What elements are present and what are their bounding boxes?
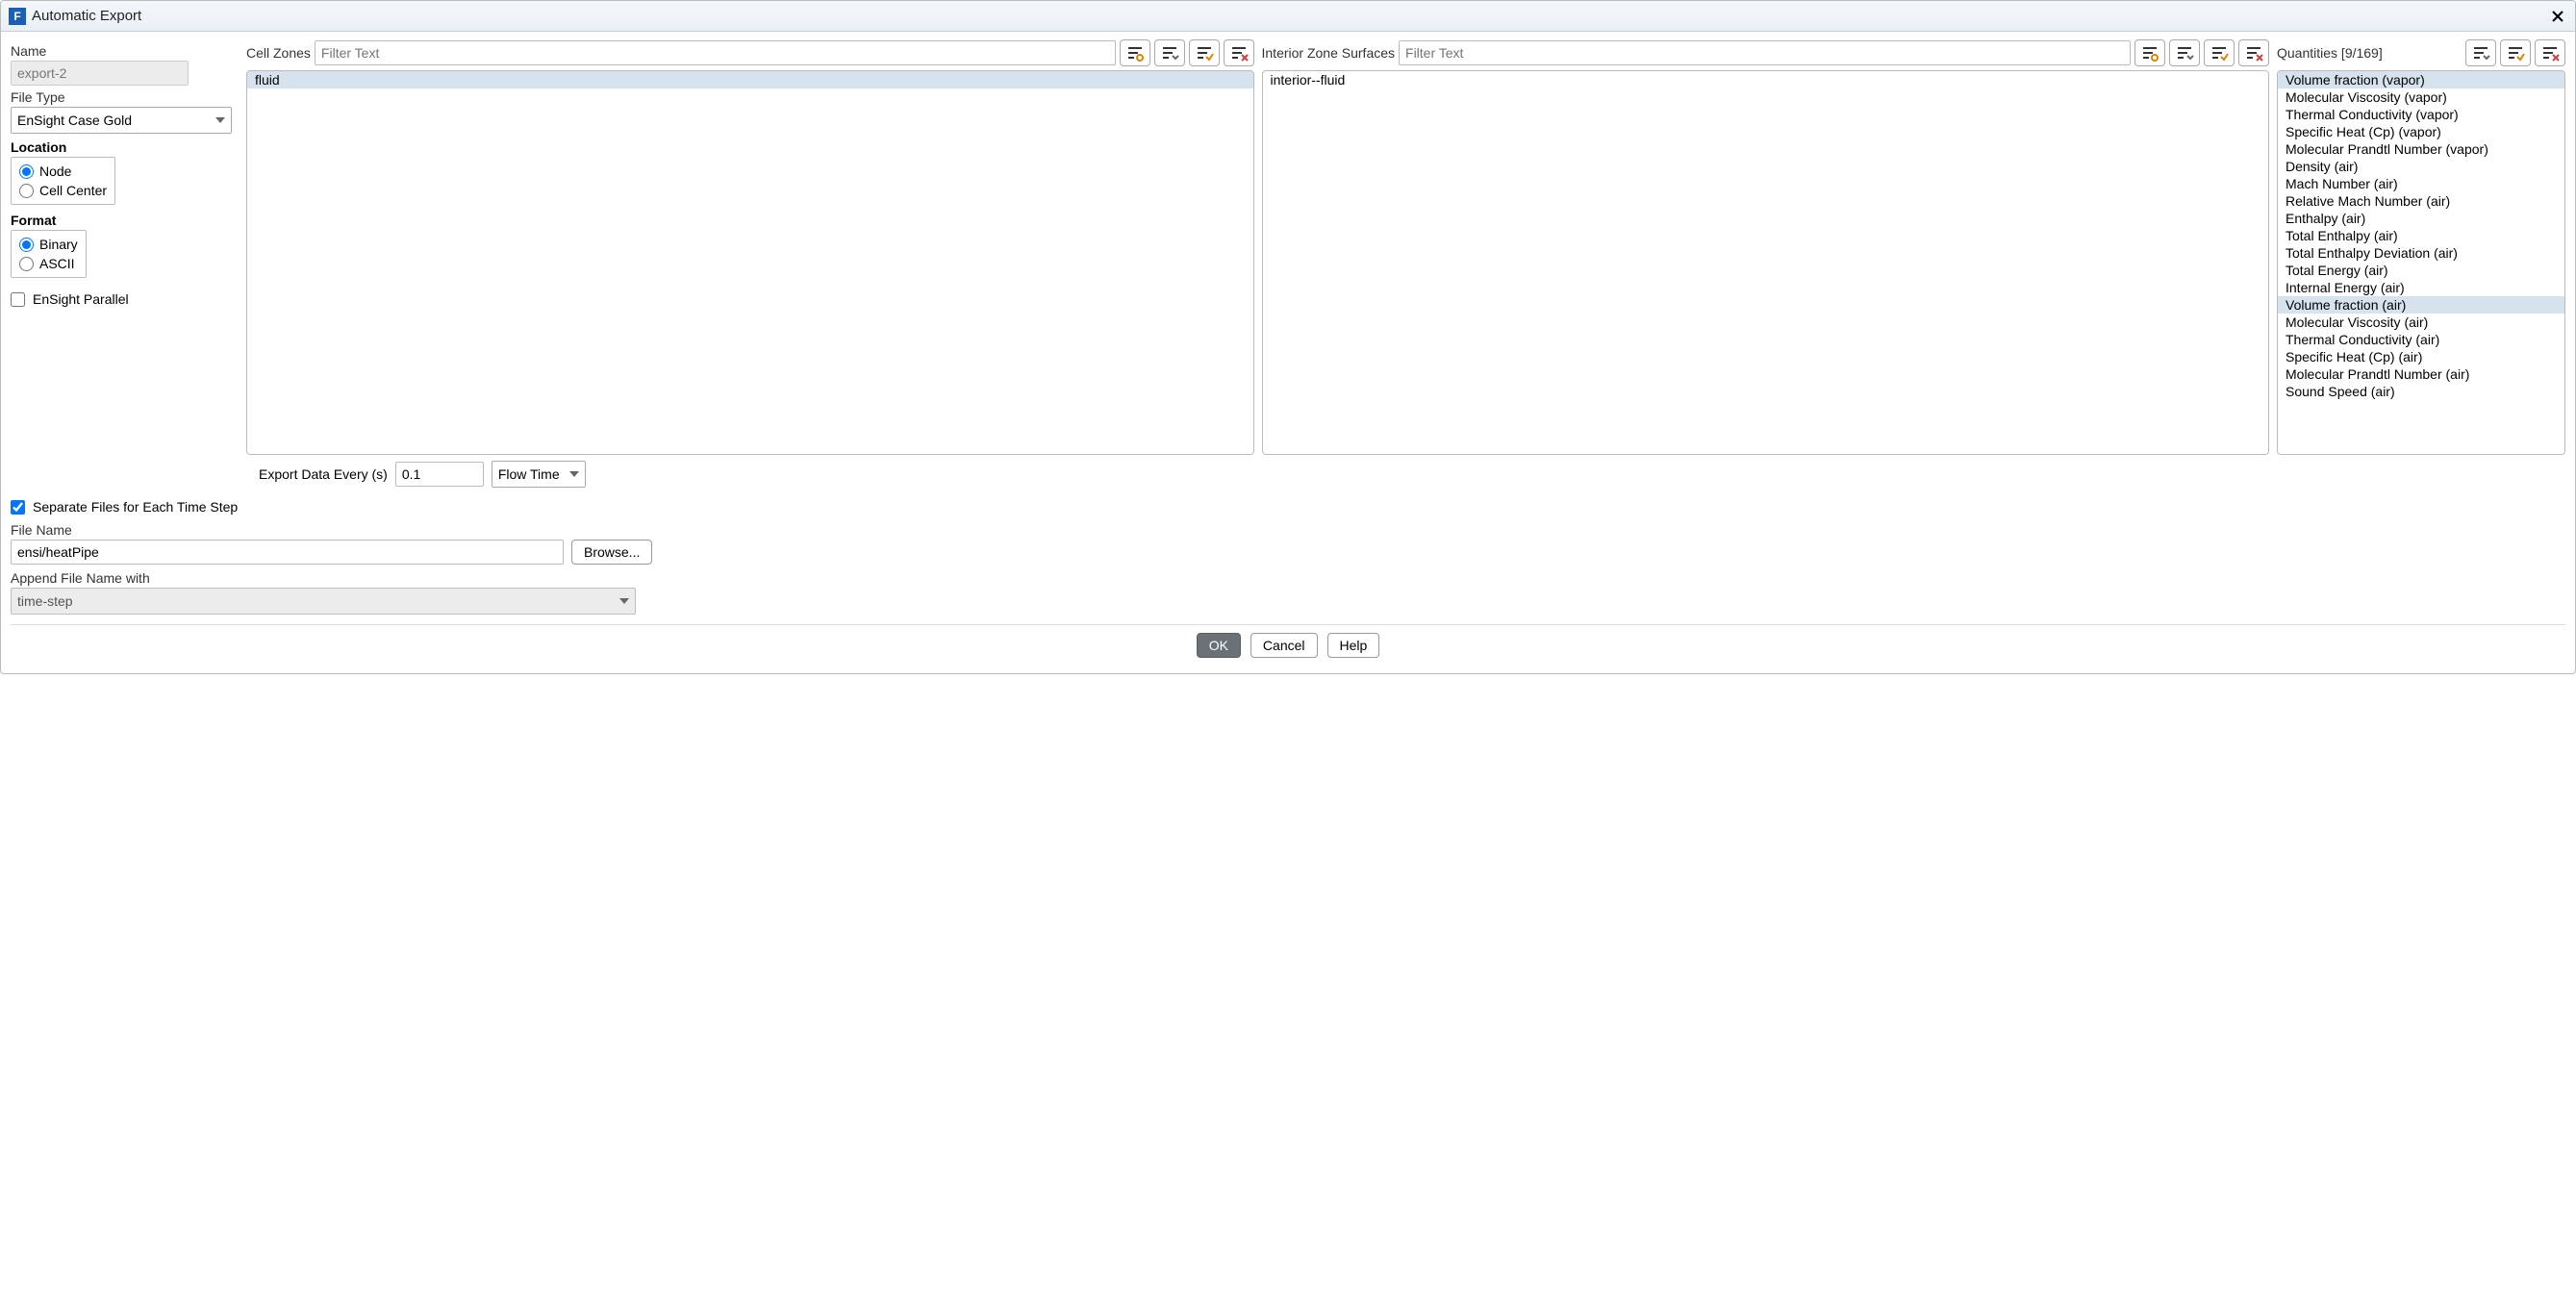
location-label: Location bbox=[11, 139, 237, 155]
list-item[interactable]: interior--fluid bbox=[1263, 71, 2269, 88]
format-binary-radio[interactable]: Binary bbox=[19, 235, 78, 254]
filter-lines-circle-icon bbox=[1125, 44, 1145, 62]
list-item[interactable]: Thermal Conductivity (vapor) bbox=[2278, 106, 2564, 123]
interior-filter-options-button[interactable] bbox=[2134, 39, 2165, 66]
export-every-input[interactable] bbox=[395, 462, 484, 487]
list-item[interactable]: Mach Number (air) bbox=[2278, 175, 2564, 192]
cellzones-select-all-button[interactable] bbox=[1189, 39, 1220, 66]
window-title: Automatic Export bbox=[32, 8, 2548, 24]
separator bbox=[11, 624, 2565, 625]
filter-lines-x-icon bbox=[2244, 44, 2263, 62]
filetype-select[interactable]: EnSight Case Gold bbox=[11, 107, 232, 134]
quantities-dropdown-button[interactable] bbox=[2465, 39, 2496, 66]
list-item[interactable]: Total Energy (air) bbox=[2278, 262, 2564, 279]
chevron-down-icon bbox=[619, 598, 629, 604]
list-item[interactable]: Total Enthalpy (air) bbox=[2278, 227, 2564, 244]
app-icon: F bbox=[9, 8, 26, 25]
name-label: Name bbox=[11, 43, 237, 59]
export-every-unit-value: Flow Time bbox=[498, 466, 560, 482]
location-node-radio[interactable]: Node bbox=[19, 162, 107, 181]
close-button[interactable] bbox=[2548, 7, 2567, 26]
browse-button[interactable]: Browse... bbox=[571, 540, 652, 565]
interior-select-all-button[interactable] bbox=[2204, 39, 2235, 66]
interior-zones-label: Interior Zone Surfaces bbox=[1262, 45, 1396, 61]
list-item[interactable]: Total Enthalpy Deviation (air) bbox=[2278, 244, 2564, 262]
interior-zones-filter[interactable] bbox=[1399, 40, 2131, 65]
list-item[interactable]: Molecular Viscosity (air) bbox=[2278, 314, 2564, 331]
filter-lines-circle-icon bbox=[2140, 44, 2159, 62]
interior-dropdown-button[interactable] bbox=[2169, 39, 2200, 66]
filetype-value: EnSight Case Gold bbox=[17, 113, 132, 128]
filter-lines-check-icon bbox=[2210, 44, 2229, 62]
ensight-parallel-checkbox[interactable]: EnSight Parallel bbox=[11, 291, 237, 307]
quantities-column: Quantities [9/169] Volume fraction (vapo… bbox=[2277, 39, 2565, 455]
list-item[interactable]: Internal Energy (air) bbox=[2278, 279, 2564, 296]
chevron-down-icon bbox=[569, 471, 579, 477]
filter-lines-x-icon bbox=[1229, 44, 1249, 62]
location-cell-radio[interactable]: Cell Center bbox=[19, 181, 107, 200]
quantities-select-all-button[interactable] bbox=[2500, 39, 2531, 66]
list-item[interactable]: Molecular Prandtl Number (vapor) bbox=[2278, 140, 2564, 158]
append-value: time-step bbox=[17, 593, 73, 609]
interior-deselect-all-button[interactable] bbox=[2238, 39, 2269, 66]
format-group: Binary ASCII bbox=[11, 230, 87, 278]
filter-lines-chevron-icon bbox=[2471, 44, 2490, 62]
cellzones-filter-options-button[interactable] bbox=[1120, 39, 1150, 66]
list-item[interactable]: Volume fraction (air) bbox=[2278, 296, 2564, 314]
titlebar: F Automatic Export bbox=[1, 1, 2575, 32]
list-item[interactable]: Specific Heat (Cp) (vapor) bbox=[2278, 123, 2564, 140]
format-label: Format bbox=[11, 213, 237, 228]
filename-input[interactable] bbox=[11, 540, 564, 565]
filetype-label: File Type bbox=[11, 89, 237, 105]
separate-files-checkbox[interactable]: Separate Files for Each Time Step bbox=[11, 499, 2565, 515]
cell-zones-label: Cell Zones bbox=[246, 45, 311, 61]
list-item[interactable]: Enthalpy (air) bbox=[2278, 210, 2564, 227]
cellzones-dropdown-button[interactable] bbox=[1154, 39, 1185, 66]
cell-zones-column: Cell Zones bbox=[246, 39, 1254, 455]
name-input bbox=[11, 61, 189, 86]
list-item[interactable]: Density (air) bbox=[2278, 158, 2564, 175]
cell-zones-filter[interactable] bbox=[315, 40, 1116, 65]
append-label: Append File Name with bbox=[11, 570, 2565, 586]
filename-label: File Name bbox=[11, 522, 2565, 538]
format-ascii-radio[interactable]: ASCII bbox=[19, 254, 78, 273]
list-item[interactable]: Relative Mach Number (air) bbox=[2278, 192, 2564, 210]
filter-lines-chevron-icon bbox=[1160, 44, 1179, 62]
export-every-label: Export Data Every (s) bbox=[259, 466, 388, 482]
interior-zones-list[interactable]: interior--fluid bbox=[1262, 70, 2270, 455]
filter-lines-check-icon bbox=[2506, 44, 2525, 62]
location-group: Node Cell Center bbox=[11, 157, 115, 205]
list-item[interactable]: fluid bbox=[247, 71, 1253, 88]
cancel-button[interactable]: Cancel bbox=[1250, 633, 1318, 658]
quantities-deselect-all-button[interactable] bbox=[2535, 39, 2565, 66]
ok-button[interactable]: OK bbox=[1197, 633, 1241, 658]
list-item[interactable]: Molecular Prandtl Number (air) bbox=[2278, 365, 2564, 383]
cellzones-deselect-all-button[interactable] bbox=[1224, 39, 1254, 66]
list-item[interactable]: Thermal Conductivity (air) bbox=[2278, 331, 2564, 348]
export-every-unit-select[interactable]: Flow Time bbox=[492, 461, 586, 488]
close-icon bbox=[2551, 10, 2564, 23]
filter-lines-chevron-icon bbox=[2175, 44, 2194, 62]
help-button[interactable]: Help bbox=[1327, 633, 1380, 658]
filter-lines-check-icon bbox=[1195, 44, 1214, 62]
quantities-list[interactable]: Volume fraction (vapor)Molecular Viscosi… bbox=[2277, 70, 2565, 455]
quantities-label: Quantities [9/169] bbox=[2277, 45, 2462, 61]
list-item[interactable]: Molecular Viscosity (vapor) bbox=[2278, 88, 2564, 106]
chevron-down-icon bbox=[215, 117, 225, 123]
list-item[interactable]: Volume fraction (vapor) bbox=[2278, 71, 2564, 88]
cell-zones-list[interactable]: fluid bbox=[246, 70, 1254, 455]
filter-lines-x-icon bbox=[2540, 44, 2560, 62]
append-select: time-step bbox=[11, 588, 636, 615]
list-item[interactable]: Specific Heat (Cp) (air) bbox=[2278, 348, 2564, 365]
list-item[interactable]: Sound Speed (air) bbox=[2278, 383, 2564, 400]
interior-zones-column: Interior Zone Surfaces bbox=[1262, 39, 2270, 455]
